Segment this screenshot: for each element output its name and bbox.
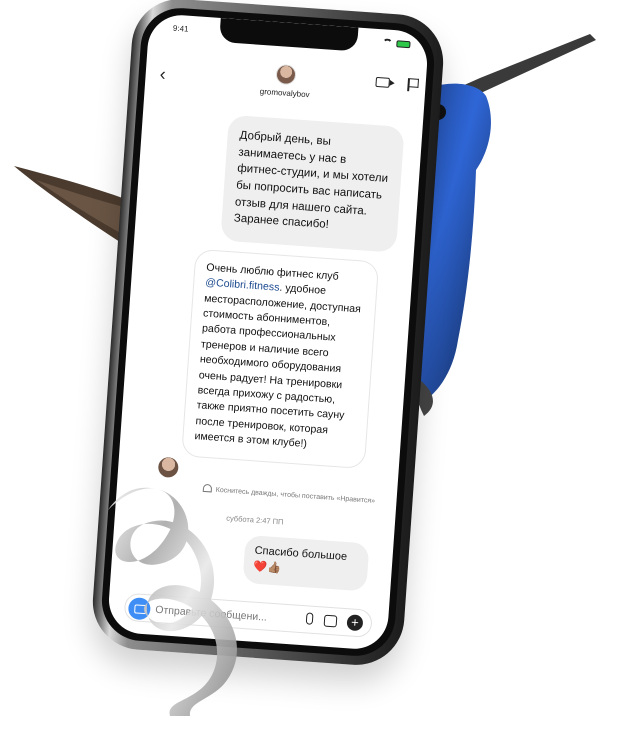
review-text-rest: . удобное месторасположение, доступная с… <box>194 282 362 450</box>
status-time: 9:41 <box>172 23 189 34</box>
message-date: суббота 2:47 ПП <box>225 513 284 527</box>
wifi-icon <box>382 38 393 47</box>
outgoing-message-request[interactable]: Добрый день, вы занимаетесь у нас в фитн… <box>220 114 405 253</box>
heart-outline-icon[interactable] <box>202 483 213 493</box>
camera-icon[interactable] <box>127 596 152 621</box>
like-hint-text: Коснитесь дважды, чтобы поставить «Нрави… <box>215 486 376 505</box>
mention-link[interactable]: @Colibri.fitness <box>205 277 280 294</box>
incoming-message-review[interactable]: Очень люблю фитнес клуб @Colibri.fitness… <box>181 248 380 470</box>
like-hint: Коснитесь дважды, чтобы поставить «Нрави… <box>202 483 383 506</box>
message-input[interactable] <box>154 601 274 627</box>
phone-notch <box>219 17 359 52</box>
battery-icon <box>396 39 411 48</box>
gallery-icon[interactable] <box>323 614 338 628</box>
thanks-text: Спасибо большое <box>254 544 348 564</box>
outgoing-message-thanks[interactable]: Спасибо большое❤️👍🏽 <box>242 534 370 592</box>
plus-icon[interactable]: + <box>346 614 364 632</box>
phone-frame: 9:41 ‹ gromovalybov Добрый день, вы зани… <box>89 0 447 669</box>
header-avatar[interactable] <box>275 63 297 86</box>
video-call-icon[interactable] <box>375 76 391 88</box>
chat-header: ‹ gromovalybov <box>144 49 427 118</box>
message-composer: + <box>123 592 373 638</box>
flag-icon[interactable] <box>407 78 411 92</box>
chat-screen: 9:41 ‹ gromovalybov Добрый день, вы зани… <box>106 12 430 652</box>
microphone-icon[interactable] <box>305 612 314 625</box>
status-icons <box>382 38 411 48</box>
heart-thumb-emoji: ❤️👍🏽 <box>253 560 282 575</box>
sender-avatar[interactable] <box>157 456 179 479</box>
phone-bezel: 9:41 ‹ gromovalybov Добрый день, вы зани… <box>99 5 437 659</box>
